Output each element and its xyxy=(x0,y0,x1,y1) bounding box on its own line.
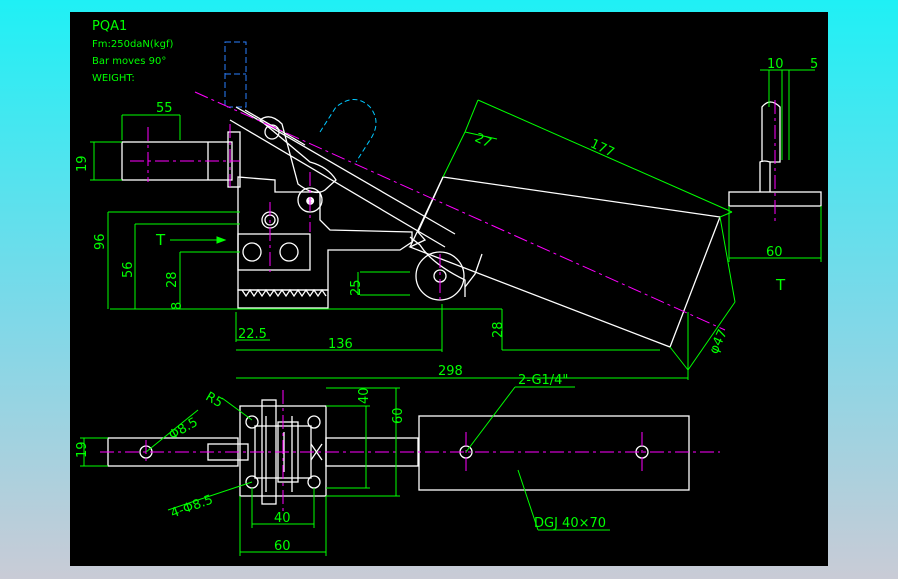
dim-60-vertical: 60 xyxy=(391,407,406,424)
dim-phi47: φ47 xyxy=(707,327,731,356)
dim-2-g1-4: 2-G1/4" xyxy=(518,373,568,388)
open-position-phantom xyxy=(319,99,377,163)
plan-dimensions: 19 Φ8.5 R5 40 60 4-Φ8.5 40 60 2-G1/4" DG… xyxy=(75,373,610,556)
dim-r5: R5 xyxy=(203,389,225,411)
drawing-canvas: PQA1 Fm:250daN(kgf) Bar moves 90° WEIGHT… xyxy=(70,12,828,566)
dim-177: 177 xyxy=(588,137,617,161)
cylinder-code: DGJ 40×70 xyxy=(534,516,606,531)
dim-19-bottom: 19 xyxy=(75,441,90,458)
dim-4x-phi8-5: 4-Φ8.5 xyxy=(169,492,215,521)
dim-60-horizontal: 60 xyxy=(274,539,291,554)
dim-28-mid: 28 xyxy=(491,321,506,338)
dim-96: 96 xyxy=(93,233,108,250)
dim-25: 25 xyxy=(349,279,364,296)
spindle-block xyxy=(121,131,241,188)
dim-40-vertical: 40 xyxy=(357,387,372,404)
dim-55: 55 xyxy=(156,101,173,116)
dim-22-5: 22.5 xyxy=(238,327,267,342)
dim-136: 136 xyxy=(328,337,353,352)
dim-28-left: 28 xyxy=(165,271,180,288)
plan-view xyxy=(100,390,720,512)
dim-phi8-5-top: Φ8.5 xyxy=(166,415,200,443)
handle-hidden-outline xyxy=(224,41,247,108)
section-t-main: T xyxy=(155,231,166,249)
bar-note: Bar moves 90° xyxy=(92,56,166,67)
handle-bar xyxy=(229,106,483,301)
dim-5: 5 xyxy=(810,57,818,72)
dim-19-top: 19 xyxy=(75,155,90,172)
air-cylinder xyxy=(408,176,721,348)
weight-note: WEIGHT: xyxy=(92,73,135,84)
side-view: 10 5 60 T xyxy=(728,57,822,294)
dim-8: 8 xyxy=(170,302,185,310)
clamp-drawing: PQA1 Fm:250daN(kgf) Bar moves 90° WEIGHT… xyxy=(75,19,822,556)
section-t-side: T xyxy=(775,276,786,294)
force-note: Fm:250daN(kgf) xyxy=(92,39,173,50)
dim-40-horizontal: 40 xyxy=(274,511,291,526)
model-title: PQA1 xyxy=(92,19,127,34)
dim-298: 298 xyxy=(438,364,463,379)
dim-10: 10 xyxy=(767,57,784,72)
dim-60-side: 60 xyxy=(766,245,783,260)
dim-56: 56 xyxy=(121,261,136,278)
